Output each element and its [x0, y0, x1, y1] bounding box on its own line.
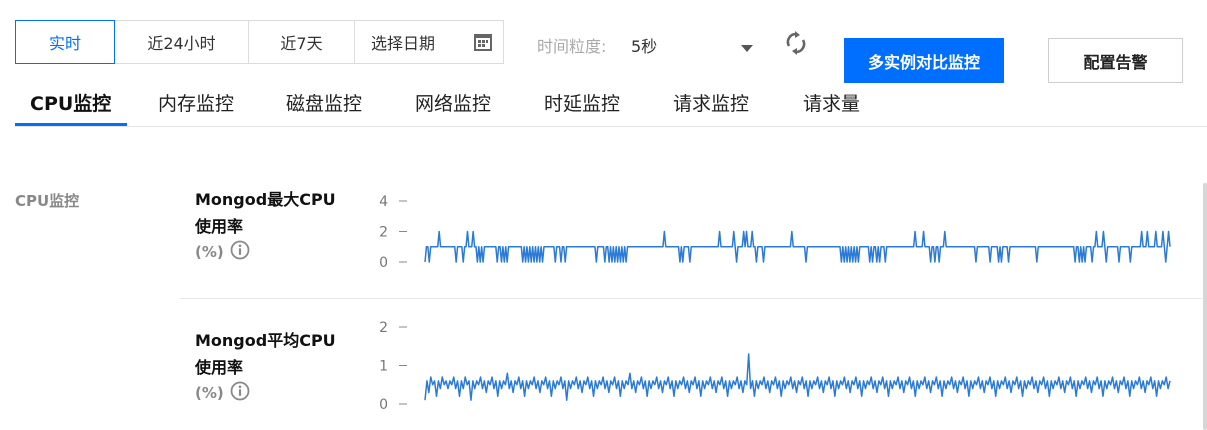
- y-tick-label: 1: [379, 359, 388, 375]
- y-tick-label: 0: [379, 397, 388, 413]
- scrollbar[interactable]: [1203, 183, 1207, 430]
- range-realtime-button[interactable]: 实时: [15, 20, 115, 64]
- chart-avg-cpu: 0 1 2: [379, 320, 1171, 413]
- y-tick-label: 2: [379, 320, 388, 336]
- series-line: [424, 353, 1171, 401]
